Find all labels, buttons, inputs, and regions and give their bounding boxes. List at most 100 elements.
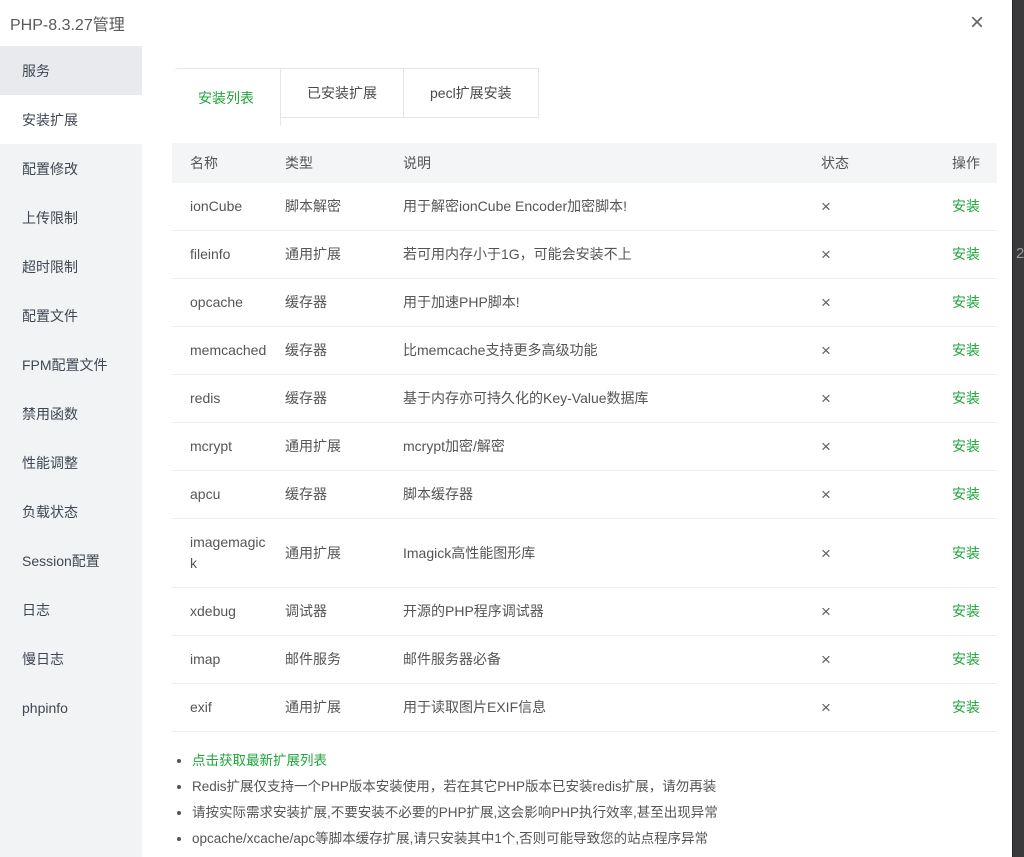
extensions-table: 名称 类型 说明 状态 操作 ionCube 脚本解密 用于解密ionCube … (172, 143, 997, 732)
extension-type: 缓存器 (285, 327, 403, 375)
table-row: apcu 缓存器 脚本缓存器 × 安装 (172, 471, 997, 519)
extension-name: imagemagick (172, 519, 285, 588)
sidebar-item[interactable]: Session配置 (0, 536, 142, 585)
dialog-body: 服务 安装扩展 配置修改 上传限制 超时限制 配置文件 FPM配置文件 禁用函数… (0, 46, 1012, 857)
tab[interactable]: 安装列表 (172, 68, 281, 126)
tab-bar: 安装列表 已安装扩展 pecl扩展安装 (172, 68, 997, 126)
table-row: imagemagick 通用扩展 Imagick高性能图形库 × 安装 (172, 519, 997, 588)
status-x-icon: × (821, 423, 921, 471)
table-row: opcache 缓存器 用于加速PHP脚本! × 安装 (172, 279, 997, 327)
install-link[interactable]: 安装 (952, 198, 980, 214)
table-row: ionCube 脚本解密 用于解密ionCube Encoder加密脚本! × … (172, 183, 997, 231)
extension-type: 通用扩展 (285, 231, 403, 279)
note-text: Redis扩展仅支持一个PHP版本安装使用，若在其它PHP版本已安装redis扩… (192, 779, 716, 794)
install-link[interactable]: 安装 (952, 342, 980, 358)
sidebar: 服务 安装扩展 配置修改 上传限制 超时限制 配置文件 FPM配置文件 禁用函数… (0, 46, 142, 857)
table-row: xdebug 调试器 开源的PHP程序调试器 × 安装 (172, 588, 997, 636)
extension-name: ionCube (172, 183, 285, 231)
dialog-title: PHP-8.3.27管理 (10, 11, 125, 35)
extension-name: xdebug (172, 588, 285, 636)
extension-type: 通用扩展 (285, 519, 403, 588)
sidebar-item[interactable]: 配置修改 (0, 144, 142, 193)
table-header-row: 名称 类型 说明 状态 操作 (172, 143, 997, 183)
extension-type: 缓存器 (285, 375, 403, 423)
status-x-icon: × (821, 471, 921, 519)
extension-desc: 用于加速PHP脚本! (403, 279, 821, 327)
dialog-titlebar: PHP-8.3.27管理 × (0, 0, 1012, 46)
sidebar-item[interactable]: 性能调整 (0, 438, 142, 487)
extension-desc: 比memcache支持更多高级功能 (403, 327, 821, 375)
install-link[interactable]: 安装 (952, 294, 980, 310)
sidebar-item[interactable]: FPM配置文件 (0, 340, 142, 389)
sidebar-item[interactable]: 日志 (0, 585, 142, 634)
sidebar-item[interactable]: 上传限制 (0, 193, 142, 242)
sidebar-item[interactable]: 安装扩展 (0, 95, 142, 144)
background-overlay: 2 (1012, 0, 1024, 857)
install-link[interactable]: 安装 (952, 486, 980, 502)
note-item: 点击获取最新扩展列表 (192, 748, 997, 774)
extension-name: fileinfo (172, 231, 285, 279)
extension-name: memcached (172, 327, 285, 375)
column-header-desc: 说明 (403, 143, 821, 183)
table-row: exif 通用扩展 用于读取图片EXIF信息 × 安装 (172, 684, 997, 732)
install-link[interactable]: 安装 (952, 545, 980, 561)
note-item: opcache/xcache/apc等脚本缓存扩展,请只安装其中1个,否则可能导… (192, 826, 997, 852)
extension-name: imap (172, 636, 285, 684)
sidebar-item[interactable]: 负载状态 (0, 487, 142, 536)
install-link[interactable]: 安装 (952, 390, 980, 406)
table-row: memcached 缓存器 比memcache支持更多高级功能 × 安装 (172, 327, 997, 375)
extension-type: 脚本解密 (285, 183, 403, 231)
extension-name: mcrypt (172, 423, 285, 471)
sidebar-item[interactable]: 服务 (0, 46, 142, 95)
column-header-type: 类型 (285, 143, 403, 183)
sidebar-item[interactable]: 超时限制 (0, 242, 142, 291)
sidebar-item[interactable]: 慢日志 (0, 634, 142, 683)
column-header-name: 名称 (172, 143, 285, 183)
php-manager-dialog: PHP-8.3.27管理 × 服务 安装扩展 配置修改 上传限制 超时限制 配置… (0, 0, 1012, 857)
note-text: opcache/xcache/apc等脚本缓存扩展,请只安装其中1个,否则可能导… (192, 831, 708, 846)
status-x-icon: × (821, 375, 921, 423)
status-x-icon: × (821, 636, 921, 684)
extension-type: 邮件服务 (285, 636, 403, 684)
extension-name: exif (172, 684, 285, 732)
install-link[interactable]: 安装 (952, 438, 980, 454)
table-row: fileinfo 通用扩展 若可用内存小于1G，可能会安装不上 × 安装 (172, 231, 997, 279)
tab[interactable]: 已安装扩展 (281, 68, 404, 118)
extension-type: 通用扩展 (285, 423, 403, 471)
extension-type: 调试器 (285, 588, 403, 636)
table-row: redis 缓存器 基于内存亦可持久化的Key-Value数据库 × 安装 (172, 375, 997, 423)
extension-desc: 邮件服务器必备 (403, 636, 821, 684)
note-item: Redis扩展仅支持一个PHP版本安装使用，若在其它PHP版本已安装redis扩… (192, 774, 997, 800)
status-x-icon: × (821, 327, 921, 375)
sidebar-item[interactable]: phpinfo (0, 683, 142, 732)
table-row: imap 邮件服务 邮件服务器必备 × 安装 (172, 636, 997, 684)
background-text-fragment: 2 (1016, 245, 1024, 262)
extension-type: 缓存器 (285, 471, 403, 519)
status-x-icon: × (821, 684, 921, 732)
sidebar-item[interactable]: 禁用函数 (0, 389, 142, 438)
install-link[interactable]: 安装 (952, 699, 980, 715)
extension-desc: 开源的PHP程序调试器 (403, 588, 821, 636)
extension-desc: 若可用内存小于1G，可能会安装不上 (403, 231, 821, 279)
main-panel: 安装列表 已安装扩展 pecl扩展安装 名称 类型 说明 状态 操作 (142, 46, 1012, 857)
sidebar-item[interactable]: 配置文件 (0, 291, 142, 340)
extension-name: redis (172, 375, 285, 423)
tab[interactable]: pecl扩展安装 (404, 68, 539, 118)
status-x-icon: × (821, 588, 921, 636)
extension-desc: 用于解密ionCube Encoder加密脚本! (403, 183, 821, 231)
install-link[interactable]: 安装 (952, 603, 980, 619)
column-header-status: 状态 (821, 143, 921, 183)
extension-name: apcu (172, 471, 285, 519)
extension-type: 缓存器 (285, 279, 403, 327)
install-link[interactable]: 安装 (952, 246, 980, 262)
note-text[interactable]: 点击获取最新扩展列表 (192, 753, 327, 768)
extension-type: 通用扩展 (285, 684, 403, 732)
close-icon[interactable]: × (970, 11, 984, 35)
note-text: 请按实际需求安装扩展,不要安装不必要的PHP扩展,这会影响PHP执行效率,甚至出… (192, 805, 718, 820)
extension-desc: Imagick高性能图形库 (403, 519, 821, 588)
column-header-action: 操作 (921, 143, 997, 183)
extension-desc: mcrypt加密/解密 (403, 423, 821, 471)
extension-desc: 用于读取图片EXIF信息 (403, 684, 821, 732)
install-link[interactable]: 安装 (952, 651, 980, 667)
extension-name: opcache (172, 279, 285, 327)
